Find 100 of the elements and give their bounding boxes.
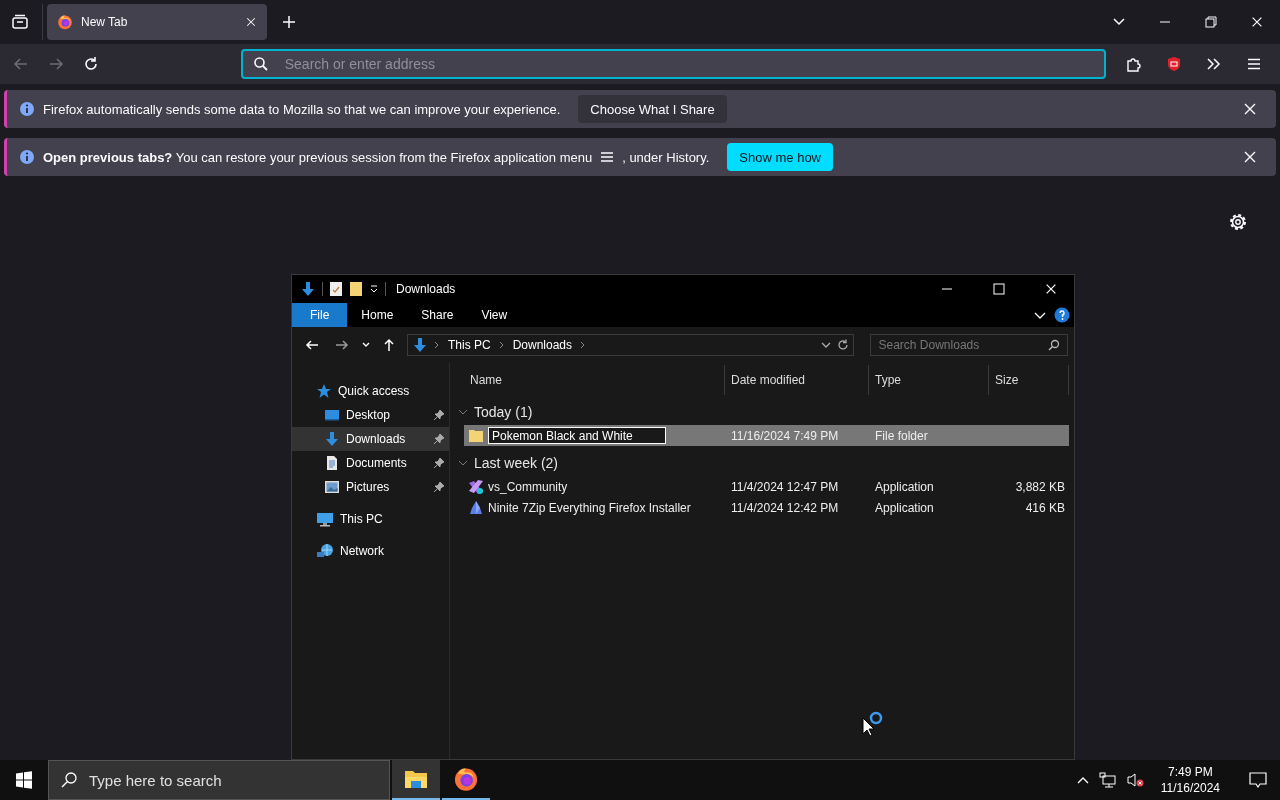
nav-item[interactable]: Desktop	[292, 403, 449, 427]
taskbar-app-button[interactable]	[392, 760, 440, 800]
file-size: 3,882 KB	[1015, 479, 1065, 494]
chevron-right-icon	[434, 341, 440, 349]
nav-item[interactable]: Quick access	[292, 379, 449, 403]
info-icon	[19, 101, 35, 117]
star-icon	[316, 383, 332, 399]
nav-item[interactable]: Network	[292, 539, 449, 563]
nav-item[interactable]: Documents	[292, 451, 449, 475]
column-header[interactable]: Name	[470, 373, 502, 387]
ribbon-tab[interactable]: File	[292, 303, 348, 327]
forward-arrow-icon	[334, 338, 349, 352]
speech-bubble-icon	[1249, 771, 1267, 789]
computer-icon	[316, 511, 334, 527]
notification-message: Open previous tabs? You can restore your previous session from the Firefox application menu	[43, 149, 593, 165]
notification-message: , under History.	[622, 149, 710, 165]
file-type: Application	[875, 500, 934, 515]
notification-button[interactable]: Choose What I Share	[578, 95, 727, 123]
file-type: Application	[875, 479, 934, 494]
back-arrow-icon	[304, 338, 319, 352]
date-modified: 11/4/2024 12:47 PM	[731, 479, 839, 494]
address-field[interactable]: This PC Downloads	[407, 334, 854, 356]
clock[interactable]: 7:49 PM 11/16/2024	[1154, 764, 1226, 796]
group-header[interactable]: Today (1)	[474, 404, 533, 420]
ribbon-tab[interactable]: Share	[407, 303, 468, 327]
help-icon[interactable]	[1054, 307, 1070, 323]
download-icon	[412, 337, 428, 353]
breadcrumb-item[interactable]: This PC	[446, 338, 493, 352]
close-icon	[1044, 282, 1058, 296]
notification-button[interactable]: Show me how	[727, 143, 833, 171]
search-field[interactable]: Type here to search	[48, 760, 390, 800]
file-row[interactable]: Ninite 7Zip Everything Firefox Installer 11/4/2024 12:42 PM Application 416 KB	[464, 497, 1069, 518]
column-header[interactable]: Type	[875, 373, 901, 387]
maximize-icon	[993, 283, 1005, 295]
chevron-right-icon	[498, 341, 505, 349]
close-icon	[1250, 15, 1264, 29]
ribbon-tab[interactable]: View	[467, 303, 522, 327]
group-header[interactable]: Last week (2)	[474, 455, 559, 471]
rename-field[interactable]: Pokemon Black and White	[488, 427, 666, 444]
desktop-icon	[324, 407, 340, 423]
dropdown-icon[interactable]	[369, 284, 379, 294]
ribbon-tab[interactable]: Home	[347, 303, 408, 327]
menu-icon	[1246, 56, 1262, 72]
plus-icon	[281, 14, 297, 30]
network-icon[interactable]	[1098, 772, 1117, 788]
chevron-down-icon	[362, 342, 371, 348]
chevron-down-icon[interactable]	[820, 341, 831, 349]
pictures-icon	[324, 479, 340, 495]
forward-arrow-icon	[48, 56, 65, 72]
chevron-right-icon	[580, 341, 587, 349]
close-icon	[245, 16, 257, 28]
chevron-up-icon[interactable]	[1076, 775, 1089, 785]
nav-item[interactable]: Downloads	[292, 427, 449, 451]
search-icon	[1048, 339, 1060, 351]
notification-message: Firefox automatically sends some data to Mozilla so that we can improve your experience.	[43, 101, 561, 117]
browser-tab[interactable]: New Tab	[47, 4, 267, 40]
windows-logo-icon	[15, 771, 33, 789]
app-icon	[468, 478, 484, 495]
breadcrumb-item[interactable]: Downloads	[510, 338, 575, 352]
file-size: 416 KB	[1025, 500, 1065, 515]
muted-speaker-icon[interactable]	[1126, 772, 1145, 788]
nav-item[interactable]: This PC	[292, 507, 449, 531]
window-title: Downloads	[396, 282, 456, 296]
back-arrow-icon	[13, 56, 30, 72]
shield-icon	[1166, 56, 1182, 72]
app-icon	[468, 499, 484, 516]
file-type: File folder	[875, 428, 928, 443]
info-icon	[19, 149, 35, 165]
file-name: Ninite 7Zip Everything Firefox Installer	[488, 500, 691, 515]
file-row[interactable]: vs_Community 11/4/2024 12:47 PM Application 3,882 KB	[464, 476, 1069, 497]
address-bar[interactable]: Search or enter address	[240, 49, 1106, 79]
network-icon	[316, 543, 334, 559]
close-icon	[1242, 149, 1258, 165]
download-icon	[324, 431, 340, 447]
reload-icon	[83, 56, 100, 72]
file-name: vs_Community	[488, 479, 568, 494]
nav-item[interactable]: Pictures	[292, 475, 449, 499]
tab-list-icon	[11, 14, 29, 30]
double-chevron-icon	[1206, 56, 1222, 72]
file-row[interactable]: Pokemon Black and White 11/16/2024 7:49 PM File folder	[464, 425, 1069, 446]
puzzle-icon	[1125, 55, 1143, 73]
search-icon	[252, 56, 269, 72]
chevron-down-icon[interactable]	[1034, 310, 1046, 320]
firefox-icon	[57, 14, 73, 30]
download-icon	[300, 281, 316, 297]
folder-icon	[468, 427, 484, 444]
folder-icon	[404, 768, 428, 790]
folder-icon[interactable]	[349, 281, 363, 297]
search-icon	[60, 771, 78, 789]
close-icon	[1242, 101, 1258, 117]
document-icon	[324, 455, 340, 471]
firefox-icon	[453, 766, 479, 792]
restore-icon	[1205, 16, 1217, 28]
column-header[interactable]: Date modified	[731, 373, 806, 387]
checklist-icon[interactable]	[329, 281, 343, 297]
date-modified: 11/4/2024 12:42 PM	[731, 500, 839, 515]
menu-icon	[600, 151, 615, 163]
search-field[interactable]: Search Downloads	[869, 334, 1068, 356]
column-header[interactable]: Size	[995, 373, 1019, 387]
refresh-icon[interactable]	[836, 339, 849, 351]
